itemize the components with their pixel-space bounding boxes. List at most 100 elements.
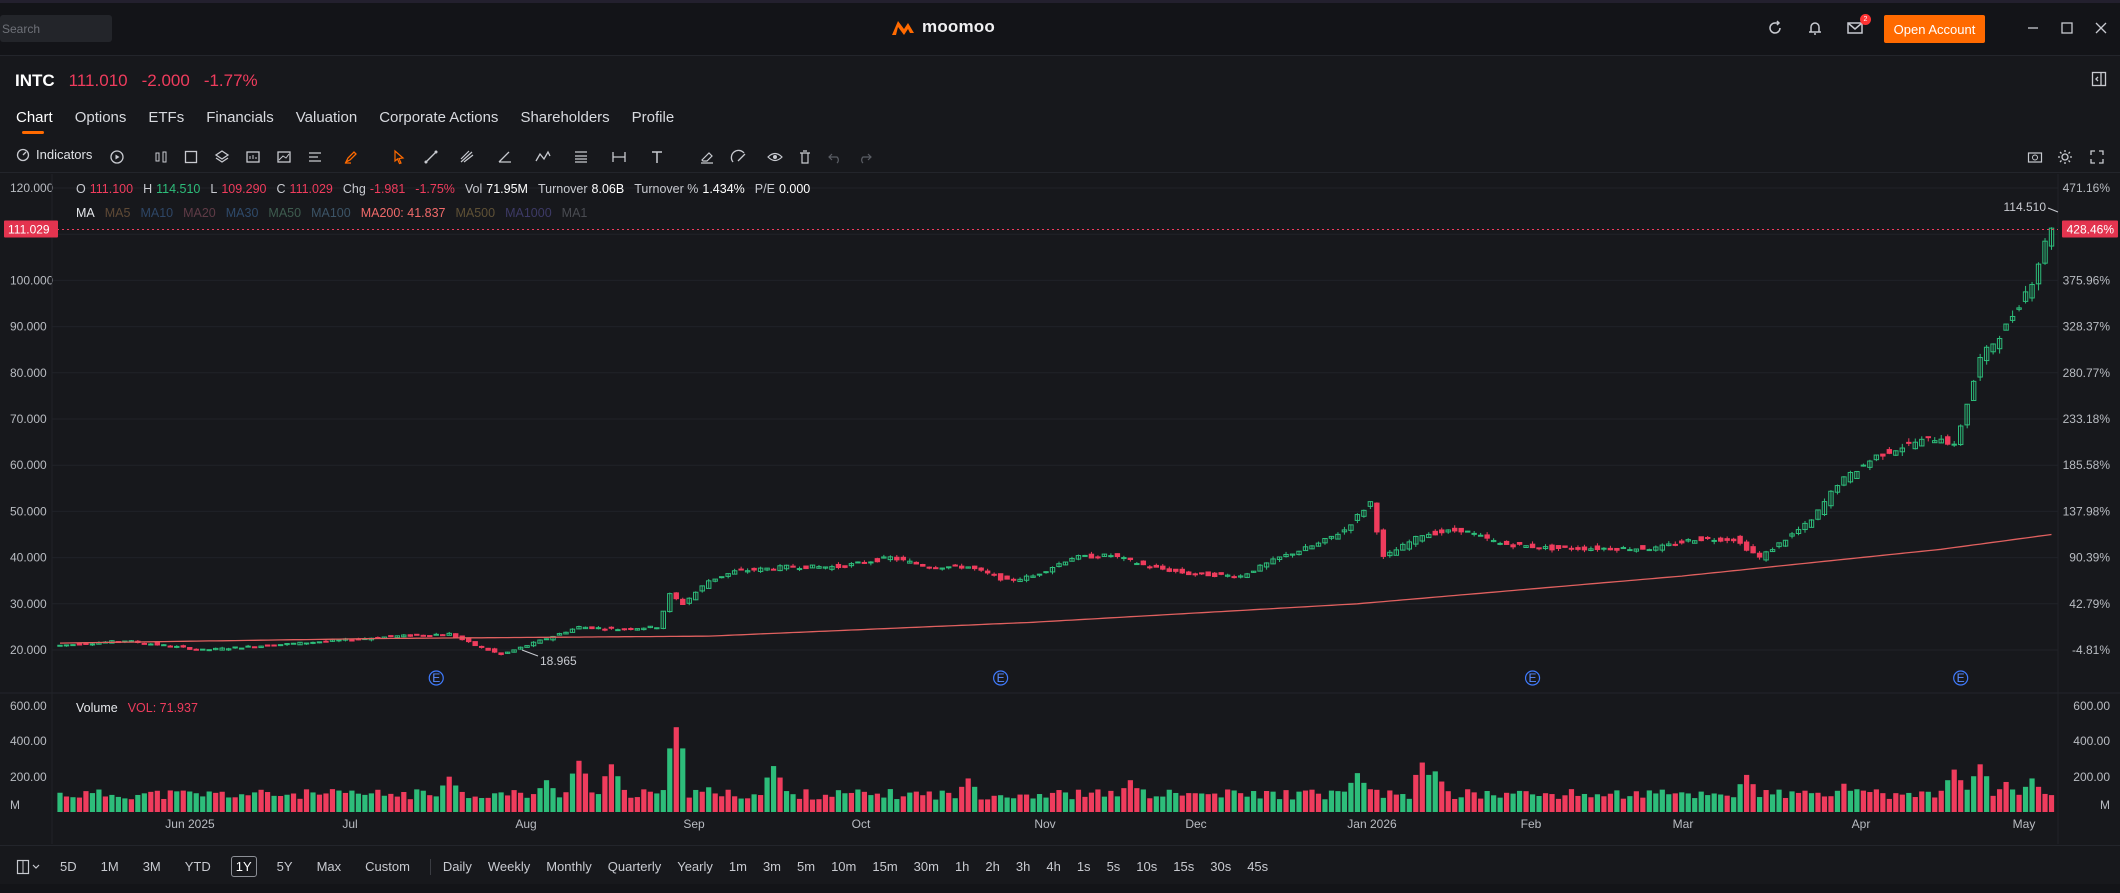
interval-1h[interactable]: 1h xyxy=(955,859,969,874)
interval-3h[interactable]: 3h xyxy=(1016,859,1030,874)
brush-icon[interactable] xyxy=(730,148,748,166)
close-label: C xyxy=(276,182,286,196)
interval-monthly[interactable]: Monthly xyxy=(546,859,592,874)
measure-icon[interactable] xyxy=(610,148,628,166)
ma50-label[interactable]: MA50 xyxy=(268,206,301,220)
tab-corporate-actions[interactable]: Corporate Actions xyxy=(379,109,498,134)
interval-30s[interactable]: 30s xyxy=(1210,859,1231,874)
volume-bar xyxy=(511,790,517,812)
range-5d[interactable]: 5D xyxy=(56,857,81,876)
interval-15s[interactable]: 15s xyxy=(1173,859,1194,874)
price-change: -2.000 xyxy=(141,71,190,90)
price-chart[interactable]: 120.000 471.16% 100.000 375.96% 90.000 328.37… xyxy=(0,174,2120,844)
ma5-label[interactable]: MA5 xyxy=(105,206,131,220)
trash-icon[interactable] xyxy=(796,148,814,166)
stock-price: 111.010 xyxy=(68,71,128,90)
candle-body xyxy=(1743,541,1750,551)
search-input[interactable]: Search xyxy=(0,15,112,42)
tab-etfs[interactable]: ETFs xyxy=(148,109,184,134)
ma100-label[interactable]: MA100 xyxy=(311,206,351,220)
interval-15m[interactable]: 15m xyxy=(872,859,897,874)
ma10-label[interactable]: MA10 xyxy=(140,206,173,220)
volume-bar xyxy=(1653,793,1659,812)
settings-icon[interactable] xyxy=(2056,148,2074,166)
minimize-icon[interactable] xyxy=(2024,19,2042,37)
tab-profile[interactable]: Profile xyxy=(632,109,675,134)
interval-4h[interactable]: 4h xyxy=(1046,859,1060,874)
chart-style-icon[interactable] xyxy=(275,148,293,166)
pattern-icon[interactable] xyxy=(534,148,552,166)
interval-1m[interactable]: 1m xyxy=(729,859,747,874)
fullscreen-icon[interactable] xyxy=(2088,148,2106,166)
range-5y[interactable]: 5Y xyxy=(273,857,297,876)
layers-icon[interactable] xyxy=(213,148,231,166)
refresh-icon[interactable] xyxy=(1766,19,1784,37)
ma200-label[interactable]: MA200: 41.837 xyxy=(361,206,446,220)
pitchfork-icon[interactable] xyxy=(458,148,476,166)
camera-icon[interactable] xyxy=(2026,148,2044,166)
volume-bar xyxy=(920,795,926,812)
ma1-label[interactable]: MA1 xyxy=(562,206,588,220)
volume-bar xyxy=(790,794,796,812)
interval-weekly[interactable]: Weekly xyxy=(488,859,530,874)
interval-30m[interactable]: 30m xyxy=(914,859,939,874)
volume-bar xyxy=(1847,790,1854,812)
highlighter-icon[interactable] xyxy=(342,148,360,166)
trendline-icon[interactable] xyxy=(422,148,440,166)
volume-bar xyxy=(239,794,245,812)
collapse-panel-icon[interactable] xyxy=(2091,71,2107,87)
range-ytd[interactable]: YTD xyxy=(181,857,215,876)
candle-body xyxy=(76,643,83,646)
range-3m[interactable]: 3M xyxy=(139,857,165,876)
candle-body xyxy=(1536,547,1542,550)
interval-daily[interactable]: Daily xyxy=(443,859,472,874)
open-account-button[interactable]: Open Account xyxy=(1884,15,1985,43)
interval-10m[interactable]: 10m xyxy=(831,859,856,874)
maximize-icon[interactable] xyxy=(2058,19,2076,37)
interval-quarterly[interactable]: Quarterly xyxy=(608,859,661,874)
ma1000-label[interactable]: MA1000 xyxy=(505,206,552,220)
replay-icon[interactable] xyxy=(108,148,126,166)
tab-chart[interactable]: Chart xyxy=(16,109,53,134)
angle-icon[interactable] xyxy=(496,148,514,166)
candle-body xyxy=(628,627,634,630)
interval-2h[interactable]: 2h xyxy=(985,859,999,874)
rectangle-icon[interactable] xyxy=(182,148,200,166)
range-1m[interactable]: 1M xyxy=(97,857,123,876)
interval-yearly[interactable]: Yearly xyxy=(677,859,713,874)
tab-shareholders[interactable]: Shareholders xyxy=(520,109,609,134)
redo-icon[interactable] xyxy=(856,148,874,166)
interval-5m[interactable]: 5m xyxy=(797,859,815,874)
vol-label: Vol xyxy=(464,182,483,196)
text-tool-icon[interactable] xyxy=(648,148,666,166)
interval-45s[interactable]: 45s xyxy=(1247,859,1268,874)
undo-icon[interactable] xyxy=(826,148,844,166)
eraser-icon[interactable] xyxy=(698,148,716,166)
compare-icon[interactable] xyxy=(244,148,262,166)
interval-1s[interactable]: 1s xyxy=(1077,859,1091,874)
tab-valuation[interactable]: Valuation xyxy=(296,109,357,134)
cursor-icon[interactable] xyxy=(390,148,408,166)
interval-3m[interactable]: 3m xyxy=(763,859,781,874)
fibonacci-icon[interactable] xyxy=(572,148,590,166)
align-icon[interactable] xyxy=(306,148,324,166)
tab-options[interactable]: Options xyxy=(75,109,127,134)
volume-bar xyxy=(1964,789,1970,812)
ma500-label[interactable]: MA500 xyxy=(455,206,495,220)
volume-bar xyxy=(1718,794,1724,812)
layout-toggle-icon[interactable] xyxy=(16,859,42,875)
eye-icon[interactable] xyxy=(766,148,784,166)
bell-icon[interactable] xyxy=(1806,19,1824,37)
range-max[interactable]: Max xyxy=(313,857,346,876)
range-1y[interactable]: 1Y xyxy=(230,856,257,877)
candlestick-type-icon[interactable] xyxy=(152,148,170,166)
volume-bar xyxy=(1640,797,1646,812)
interval-5s[interactable]: 5s xyxy=(1107,859,1121,874)
indicators-button[interactable]: Indicators xyxy=(16,147,92,162)
ma20-label[interactable]: MA20 xyxy=(183,206,216,220)
range-custom[interactable]: Custom xyxy=(361,857,414,876)
tab-financials[interactable]: Financials xyxy=(206,109,274,134)
interval-10s[interactable]: 10s xyxy=(1136,859,1157,874)
close-icon[interactable] xyxy=(2092,19,2110,37)
ma30-label[interactable]: MA30 xyxy=(226,206,259,220)
